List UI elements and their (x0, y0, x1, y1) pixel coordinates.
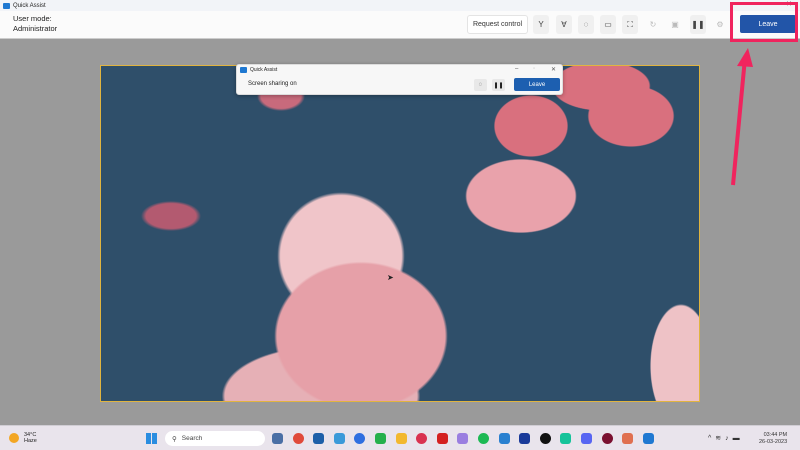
user-mode-label: User mode: (13, 14, 52, 23)
taskbar-itunes-icon[interactable] (457, 433, 469, 444)
taskbar-app-dots-icon[interactable] (436, 433, 448, 444)
minimize-icon[interactable]: – (515, 66, 518, 72)
sharing-status: Screen sharing on (248, 81, 297, 87)
date: 26-03-2023 (759, 439, 788, 445)
battery-icon[interactable]: ▬ (733, 435, 744, 442)
annotation-arrow-icon (731, 48, 753, 186)
taskbar-settings-icon[interactable] (272, 433, 283, 444)
sharer-quick-assist-window: Quick Assist – ▫ ✕ Screen sharing on ◌ ❚… (236, 64, 563, 95)
weather-sun-icon (9, 433, 19, 443)
settings-icon[interactable]: ⚙ (712, 15, 728, 34)
start-icon[interactable] (146, 433, 157, 444)
taskbar-app-red-icon[interactable] (416, 433, 428, 444)
quick-assist-logo-icon (240, 67, 247, 73)
chat-icon[interactable]: ◌ (474, 79, 487, 91)
close-icon[interactable]: ✕ (551, 66, 556, 73)
pause-icon[interactable]: ❚❚ (492, 79, 505, 91)
user-mode: User mode: Administrator (13, 14, 57, 34)
search-label: Search (181, 435, 203, 442)
toolbar: User mode: Administrator Request control… (0, 11, 800, 39)
user-mode-value: Administrator (13, 24, 58, 33)
request-control-button[interactable]: Request control (467, 15, 528, 34)
fit-screen-icon[interactable]: ⛶ (622, 15, 638, 34)
taskbar-spotify-icon[interactable] (478, 433, 489, 444)
taskbar-search[interactable]: ⚲ Search (165, 431, 265, 446)
clock[interactable]: 03:44 PM 26-03-2023 (759, 432, 787, 446)
weather-condition: Haze (24, 438, 37, 444)
annotate-icon[interactable]: ∀ (556, 15, 572, 34)
mini-leave-button[interactable]: Leave (514, 78, 560, 91)
quick-assist-logo-icon (3, 2, 10, 9)
maximize-icon[interactable]: ▫ (533, 66, 535, 72)
taskbar-mail-icon[interactable] (498, 433, 510, 444)
volume-icon[interactable]: ♪ (725, 435, 733, 442)
remote-screen-area: ➤ (0, 39, 800, 425)
taskbar-files-icon[interactable] (395, 433, 407, 444)
switch-monitor-icon[interactable]: ▭ (600, 15, 616, 34)
laser-pointer-icon[interactable]: Y (533, 15, 549, 34)
taskbar-app-g-icon[interactable] (539, 433, 551, 444)
weather-widget[interactable]: 34°C Haze (9, 432, 37, 444)
taskbar-slack-icon[interactable] (333, 433, 345, 444)
remote-desktop[interactable]: ➤ (100, 65, 700, 402)
taskbar-store-icon[interactable] (313, 433, 325, 444)
mini-title: Quick Assist (250, 67, 278, 73)
time: 03:44 PM (763, 432, 788, 438)
highlight-box (730, 2, 798, 42)
restart-icon[interactable]: ↻ (645, 15, 661, 34)
taskbar-app-v-icon[interactable] (601, 433, 613, 444)
wifi-icon[interactable]: ≋ (715, 435, 725, 442)
system-tray[interactable]: ^≋♪▬ (708, 434, 744, 442)
taskbar-app-blue-icon[interactable] (519, 433, 531, 444)
pause-icon[interactable]: ❚❚ (690, 15, 706, 34)
title-bar: Quick Assist ▫ ✕ (0, 0, 800, 11)
task-manager-icon[interactable]: ▣ (667, 15, 683, 34)
taskbar: 34°C Haze ⚲ Search ^≋♪▬ 03:44 PM 26-03-2023 (0, 425, 800, 450)
taskbar-discord-icon[interactable] (581, 433, 592, 444)
taskbar-whatsapp-icon[interactable] (375, 433, 386, 444)
search-icon: ⚲ (172, 435, 177, 443)
taskbar-chrome-icon[interactable] (292, 433, 304, 444)
taskbar-teams-icon[interactable] (354, 433, 366, 444)
taskbar-quick-assist-icon[interactable] (642, 433, 654, 444)
taskbar-snip-icon[interactable] (622, 433, 634, 444)
chat-icon[interactable]: ◌ (578, 15, 594, 34)
mouse-cursor-icon: ➤ (387, 273, 394, 282)
app-title: Quick Assist (13, 2, 46, 9)
taskbar-grammarly-icon[interactable] (560, 433, 572, 444)
